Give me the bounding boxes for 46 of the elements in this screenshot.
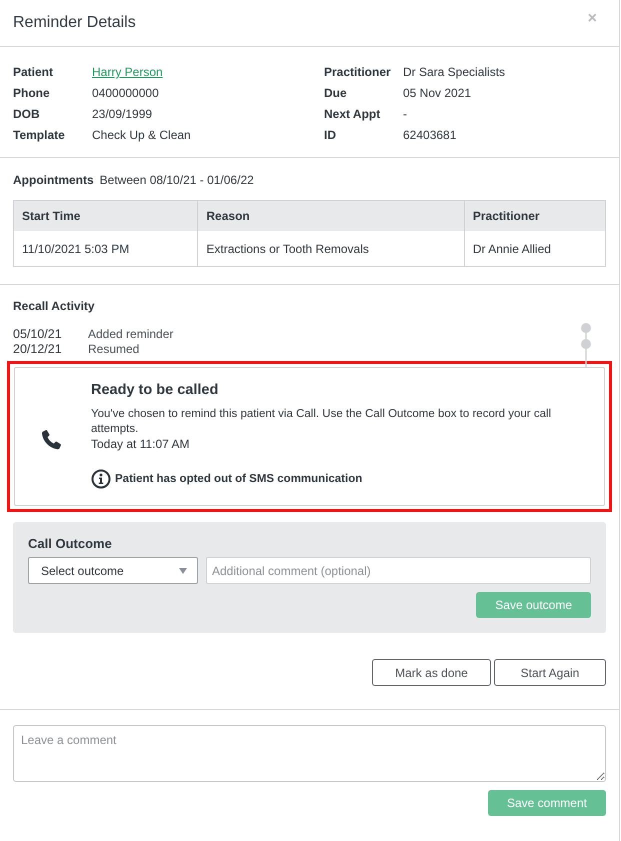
field-label: Patient (13, 65, 54, 79)
table-cell: Extractions or Tooth Removals (198, 231, 464, 266)
field-label: Practitioner (324, 65, 392, 79)
comment-input[interactable]: Additional comment (optional) (206, 557, 591, 584)
field-label: Phone (13, 86, 51, 100)
close-button[interactable]: × (588, 10, 597, 28)
section-title: Appointments (13, 173, 94, 187)
field-value: Check Up & Clean (92, 128, 191, 142)
section-title: Recall Activity (13, 299, 96, 313)
field-label: ID (324, 128, 337, 142)
table-cell: Dr Annie Allied (464, 231, 606, 266)
column-header: Practitioner (464, 200, 606, 231)
column-header: Reason (198, 200, 464, 231)
panel-title: Call Outcome (28, 536, 113, 551)
field-label: Template (13, 128, 66, 142)
field-label: DOB (13, 107, 41, 121)
sms-notice: Patient has opted out of SMS communication (115, 473, 362, 485)
caret-icon (179, 568, 187, 574)
column-header: Start Time (14, 200, 198, 231)
save-outcome-button[interactable]: Save outcome (476, 592, 591, 618)
field-value: - (403, 107, 407, 121)
table-cell: 11/10/2021 5:03 PM (14, 231, 198, 266)
activity-text: Added reminder (88, 327, 174, 342)
field-label: Due (324, 86, 348, 100)
card-title: Ready to be called (91, 382, 220, 398)
field-value: 62403681 (403, 128, 456, 142)
dialog-title: Reminder Details (13, 14, 136, 32)
field-value: 0400000000 (92, 86, 159, 100)
activity-text: Resumed (88, 342, 140, 357)
phone-icon (39, 428, 63, 452)
card-time: Today at 11:07 AM (91, 437, 191, 452)
activity-date: 05/10/21 (13, 327, 63, 342)
card-message: You've chosen to remind this patient via Call. Use the Call Outcome box to record your call attempts. (91, 407, 552, 437)
save-comment-button[interactable]: Save comment (488, 790, 606, 816)
start-again-button[interactable]: Start Again (494, 659, 606, 686)
field-value: 05 Nov 2021 (403, 86, 472, 100)
outcome-select[interactable]: Select outcome (28, 557, 198, 584)
comment-field[interactable]: Leave a comment (13, 725, 606, 782)
patient-link[interactable]: Harry Person (92, 65, 163, 79)
date-range: Between 08/10/21 - 01/06/22 (100, 173, 254, 187)
info-icon (91, 469, 111, 489)
field-value: Dr Sara Specialists (403, 65, 506, 79)
activity-date: 20/12/21 (13, 342, 63, 357)
field-value: 23/09/1999 (92, 107, 152, 121)
mark-done-button[interactable]: Mark as done (372, 659, 491, 686)
field-label: Next Appt (324, 107, 382, 121)
